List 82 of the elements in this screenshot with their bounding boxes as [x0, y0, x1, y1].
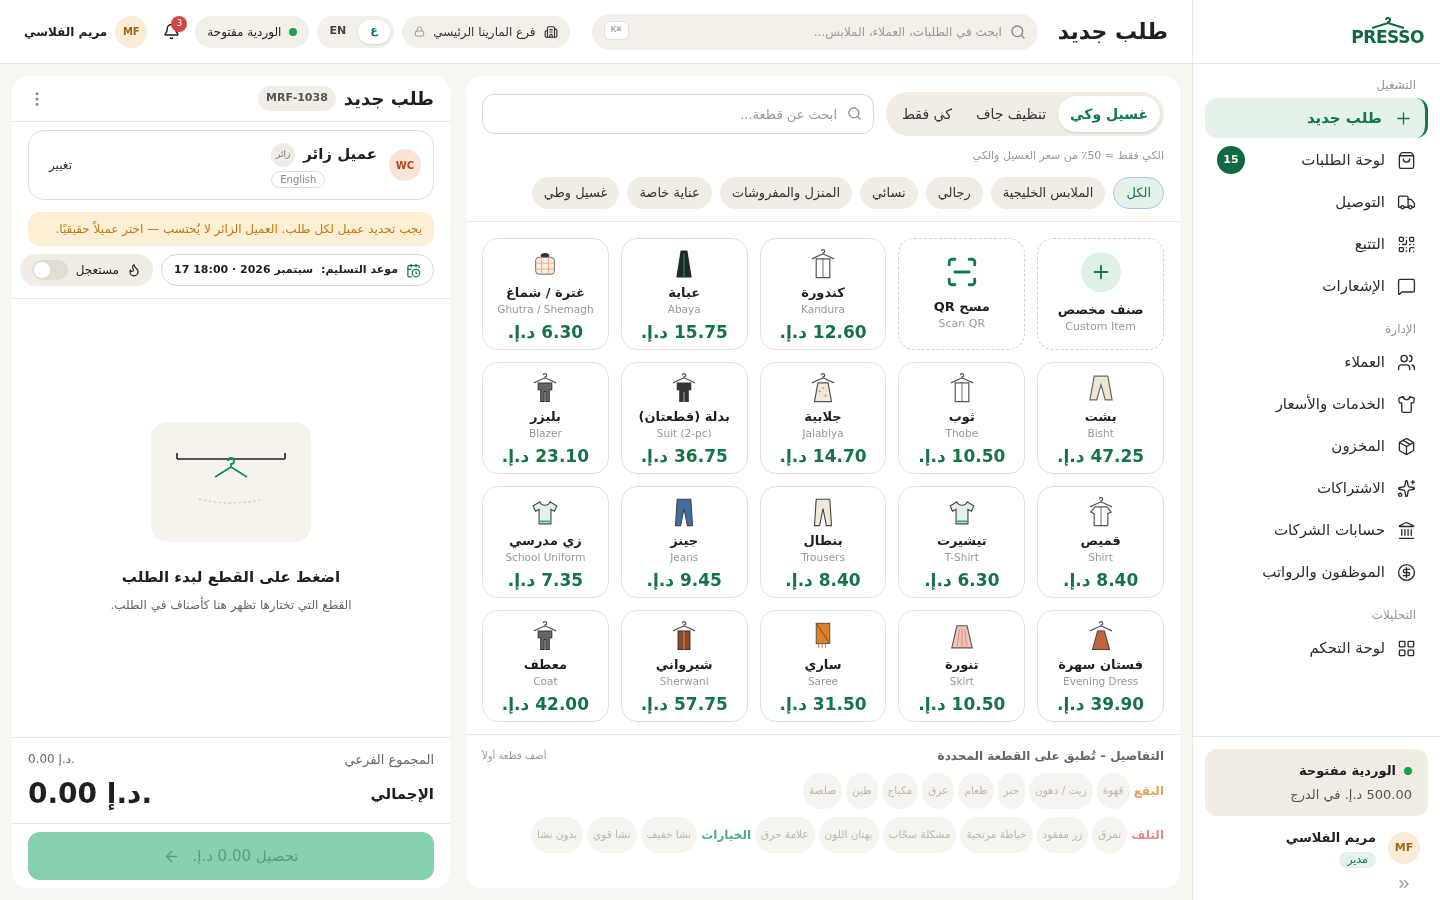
truck-icon	[1397, 192, 1416, 212]
nav-item[interactable]: المخزون	[1205, 426, 1428, 466]
group-label: البقع	[1133, 782, 1164, 800]
category-chip[interactable]: نسائي	[860, 176, 918, 209]
nav-item[interactable]: الاشتراكات	[1205, 468, 1428, 508]
page-title: طلب جديد	[1057, 18, 1168, 46]
notification-badge: 3	[171, 15, 188, 32]
avatar: WC	[389, 149, 421, 181]
warning-banner: يجب تحديد عميل لكل طلب. العميل الزائر لا يُحتسب — اختر عميلاً حقيقيًا.	[28, 212, 434, 246]
category-chip[interactable]: الملابس الخليجية	[990, 176, 1106, 209]
nav-item[interactable]: الإشعارات	[1205, 266, 1428, 306]
customer-tag: زائر	[271, 142, 296, 167]
notifications-button[interactable]: 3	[155, 15, 188, 48]
nav-item[interactable]: لوحة التحكم	[1205, 628, 1428, 668]
nav-item[interactable]: التوصيل	[1205, 182, 1428, 222]
service-tab[interactable]: تنظيف جاف	[963, 96, 1059, 132]
change-link[interactable]: تغيير	[41, 156, 80, 174]
empty-title: اضغط على القطع لبدء الطلب	[121, 566, 341, 588]
pricing-hint: الكي فقط ≈ 50٪ من سعر الغسيل والكي	[971, 148, 1164, 164]
shift-label: الوردية مفتوحة	[207, 23, 282, 41]
dollar-icon	[1397, 562, 1416, 582]
chat-icon	[1397, 276, 1416, 296]
grid-icon	[1397, 638, 1416, 658]
delivery-label: موعد التسليم:	[321, 261, 398, 278]
building-icon	[543, 24, 558, 39]
service-tab[interactable]: غسيل وكي	[1058, 96, 1160, 132]
search-icon	[847, 106, 862, 121]
calendar-icon	[406, 262, 421, 278]
lock-icon	[414, 26, 426, 37]
group-label: التلف	[1131, 826, 1164, 844]
order-title: طلب جديد	[343, 87, 434, 111]
category-chip[interactable]: الكل	[1113, 176, 1164, 209]
nav-item[interactable]: حسابات الشركات	[1205, 510, 1428, 550]
section-title: التحليلات	[1370, 607, 1417, 624]
qr-code-icon	[1397, 234, 1416, 254]
subtotal-value: 0.00 د.إ.	[28, 751, 75, 769]
category-chip[interactable]: غسيل وطي	[531, 176, 620, 209]
category-chip[interactable]: رجالي	[925, 176, 983, 209]
role-tag: مدير	[1339, 851, 1376, 868]
count-badge: 15	[1217, 146, 1245, 174]
avatar: MF	[1388, 832, 1420, 864]
order-number: MRF-1038	[258, 86, 336, 111]
empty-subtitle: القطع التي تختارها تظهر هنا كأصناف في الطلب.	[110, 596, 352, 614]
flame-icon	[127, 263, 142, 277]
bank-icon	[1397, 520, 1416, 540]
item-search-field[interactable]: ابحث عن قطعة...	[482, 94, 874, 134]
plus-icon	[1080, 251, 1121, 292]
language-option[interactable]: ع	[358, 19, 391, 44]
avatar: MF	[115, 15, 148, 48]
shirt-icon	[1397, 394, 1416, 414]
total-value: 0.00 د.إ.	[28, 776, 153, 812]
nav-item[interactable]: الموظفون والرواتب	[1205, 552, 1428, 592]
group-label: الخيارات	[701, 826, 752, 844]
category-chip[interactable]: عناية خاصة	[627, 176, 712, 209]
sparkle-icon	[1397, 478, 1416, 498]
details-note: أضف قطعة أولاً	[482, 748, 547, 763]
category-chip[interactable]: المنزل والمفروشات	[719, 176, 852, 209]
service-tab[interactable]: كي فقط	[890, 96, 964, 132]
switch[interactable]	[31, 260, 68, 280]
logo: PRESSO	[1351, 17, 1424, 46]
details-title: التفاصيل – تُطبق على القطعة المحددة	[937, 747, 1164, 765]
nav-item[interactable]: طلب جديد	[1205, 98, 1428, 138]
nav-item[interactable]: التتبع	[1205, 224, 1428, 264]
branch-button[interactable]: فرع المارينا الرئيسي	[402, 15, 570, 48]
search-icon	[1009, 23, 1026, 40]
box-icon	[1397, 436, 1416, 456]
users-icon	[1397, 352, 1416, 372]
section-title: الإدارة	[1384, 321, 1417, 338]
nav-item[interactable]: العملاء	[1205, 342, 1428, 382]
subtotal-label: المجموع الفرعي	[344, 750, 434, 769]
shift-title: الوردية مفتوحة	[1298, 762, 1396, 780]
customer-name: عميل زائر	[303, 144, 377, 166]
total-label: الإجمالي	[370, 783, 434, 805]
section-title: التشغيل	[1375, 77, 1417, 94]
nav-item[interactable]: الخدمات والأسعار	[1205, 384, 1428, 424]
drawer-cash: 500.00 د.إ. في الدرج	[1289, 785, 1412, 804]
language-option[interactable]: EN	[321, 19, 355, 44]
user-name: مريم الفلاسي	[24, 23, 108, 41]
delivery-date: 17 18:00 · 2026 سبتمبر	[174, 261, 313, 278]
bag-icon	[1397, 150, 1416, 170]
urgent-toggle[interactable]: مستعجل	[19, 254, 154, 286]
user-name: مريم الفلاسي	[1285, 829, 1376, 847]
